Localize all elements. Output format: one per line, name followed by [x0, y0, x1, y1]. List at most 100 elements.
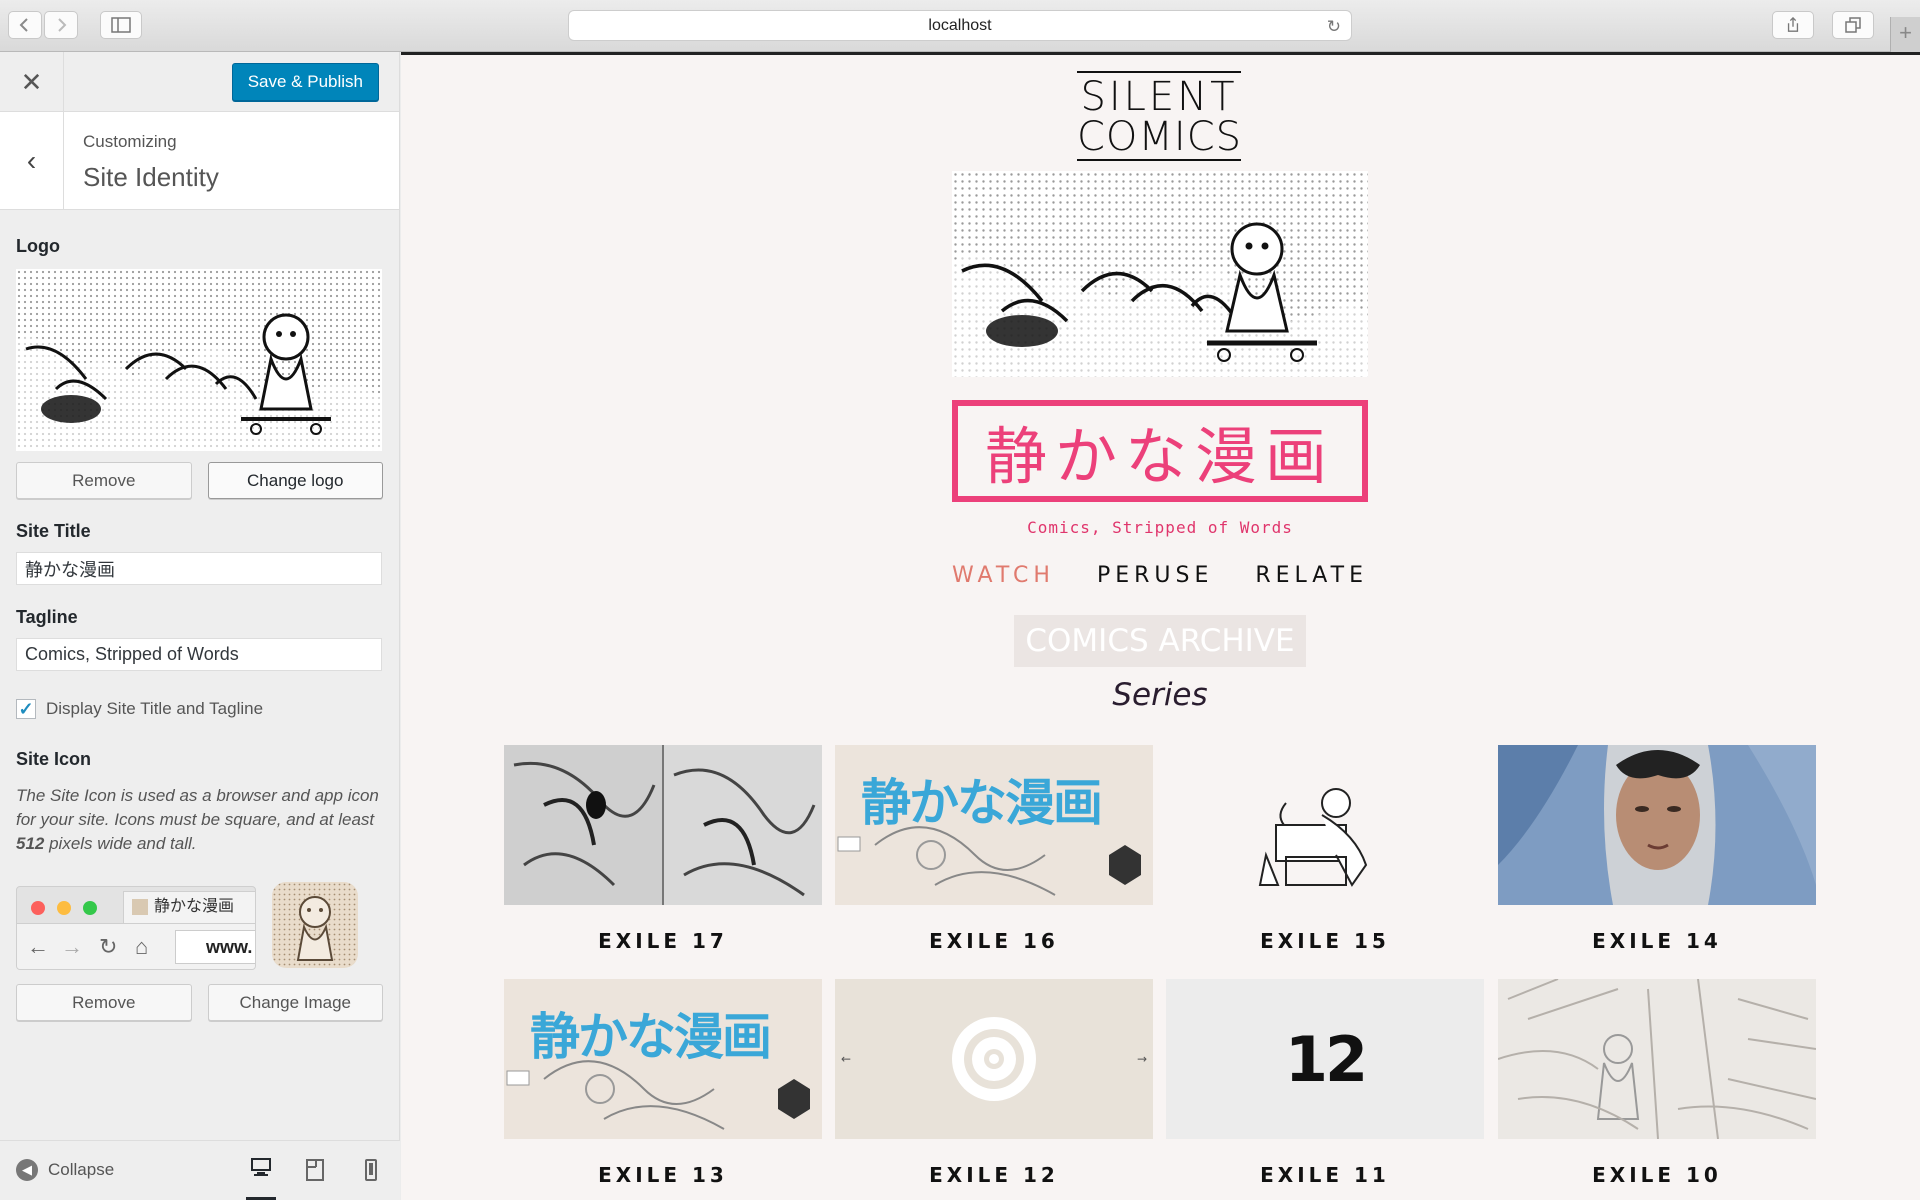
share-button[interactable]	[1772, 11, 1814, 39]
close-icon[interactable]: ✕	[0, 52, 64, 112]
share-icon	[1787, 17, 1799, 32]
comic-thumbnail[interactable]: 12	[1166, 979, 1484, 1139]
arrow-right-icon: →	[1137, 1052, 1147, 1066]
chevron-right-icon	[58, 18, 67, 32]
collapse-label: Collapse	[48, 1160, 115, 1179]
comic-title[interactable]: EXILE 13	[504, 1163, 822, 1187]
site-logo[interactable]: SILENT COMICS	[1077, 71, 1241, 161]
zoom-dot-icon	[83, 901, 97, 915]
comic-thumbnail[interactable]: 静かな漫画	[504, 979, 822, 1139]
arrow-left-icon: ←	[841, 1052, 851, 1066]
thumb-number: 12	[1284, 1022, 1368, 1096]
comic-title[interactable]: EXILE 12	[835, 1163, 1153, 1187]
comic-thumbnail[interactable]: 静かな漫画	[835, 745, 1153, 905]
mobile-preview-icon[interactable]	[356, 1155, 386, 1185]
new-tab-button[interactable]: +	[1890, 17, 1920, 52]
collapse-button[interactable]: ◀ Collapse	[16, 1159, 114, 1181]
nav-item-watch[interactable]: WATCH	[952, 563, 1055, 588]
address-bar[interactable]: localhost ↻	[568, 10, 1352, 41]
site-icon-label: Site Icon	[16, 749, 92, 769]
brand-line-1: SILENT	[1077, 71, 1241, 117]
browser-toolbar: localhost ↻ +	[0, 0, 1920, 52]
comic-title[interactable]: EXILE 15	[1166, 929, 1484, 953]
change-logo-button[interactable]: Change logo	[207, 462, 383, 499]
remove-icon-button[interactable]: Remove	[16, 984, 192, 1021]
comic-card[interactable]: ← → EXILE 12	[835, 979, 1153, 1187]
primary-nav: WATCH PERUSE RELATE	[952, 563, 1368, 588]
arrow-left-icon: ←	[27, 934, 49, 959]
logo-preview	[16, 269, 382, 451]
back-chevron-icon[interactable]: ‹	[0, 112, 64, 210]
site-icon-description: The Site Icon is used as a browser and a…	[16, 784, 386, 856]
tagline-label: Tagline	[16, 607, 78, 627]
display-title-tagline-row[interactable]: ✓ Display Site Title and Tagline	[16, 699, 383, 719]
desc-text-post: pixels wide and tall.	[44, 834, 197, 853]
comic-thumbnail[interactable]	[1166, 745, 1484, 905]
comic-thumbnail[interactable]	[1498, 979, 1816, 1139]
minimize-dot-icon	[57, 901, 71, 915]
comic-title[interactable]: EXILE 17	[504, 929, 822, 953]
back-button[interactable]	[8, 11, 42, 39]
mini-tab-title: 静かな漫画	[154, 898, 235, 915]
site-tagline: Comics, Stripped of Words	[1027, 518, 1293, 537]
save-publish-button[interactable]: Save & Publish	[231, 63, 379, 101]
comic-thumbnail[interactable]	[504, 745, 822, 905]
comic-title[interactable]: EXILE 14	[1498, 929, 1816, 953]
site-icon-image	[272, 882, 358, 968]
change-image-button[interactable]: Change Image	[207, 984, 383, 1021]
site-title[interactable]: 静かな漫画	[952, 400, 1368, 502]
comic-card[interactable]: EXILE 17	[504, 745, 822, 953]
breadcrumb: Customizing	[83, 132, 177, 151]
customizer-footer: ◀ Collapse	[0, 1140, 400, 1200]
nav-item-relate[interactable]: RELATE	[1255, 563, 1368, 588]
reload-icon[interactable]: ↻	[1327, 17, 1341, 37]
tagline-input[interactable]	[16, 638, 382, 671]
comic-card[interactable]: EXILE 10	[1498, 979, 1816, 1187]
site-title-input[interactable]	[16, 552, 382, 585]
logo-illustration	[16, 269, 382, 451]
arrow-right-icon: →	[61, 934, 83, 959]
chevron-left-icon	[19, 18, 28, 32]
comic-title[interactable]: EXILE 11	[1166, 1163, 1484, 1187]
mini-url-field: www.	[175, 930, 255, 964]
nav-item-peruse[interactable]: PERUSE	[1097, 563, 1213, 588]
site-preview: SILENT COMICS 静かな漫画 Comics, Stripped of …	[401, 52, 1920, 1200]
tablet-preview-icon[interactable]	[300, 1155, 330, 1185]
series-heading: Series	[1112, 677, 1208, 713]
sidebar-toggle-button[interactable]	[100, 11, 142, 39]
comic-card[interactable]: EXILE 15	[1166, 745, 1484, 953]
desktop-preview-icon[interactable]	[246, 1155, 276, 1200]
desc-text-pre: The Site Icon is used as a browser and a…	[16, 786, 379, 829]
comic-card[interactable]: 静かな漫画 EXILE 16	[835, 745, 1153, 953]
tabs-overview-button[interactable]	[1832, 11, 1874, 39]
comic-thumbnail[interactable]	[1498, 745, 1816, 905]
thumb-title-text: 静かな漫画	[530, 1008, 772, 1066]
archive-heading: COMICS ARCHIVE	[1014, 615, 1306, 667]
comic-card[interactable]: EXILE 14	[1498, 745, 1816, 953]
header-illustration	[952, 171, 1368, 377]
site-title-label: Site Title	[16, 521, 91, 541]
forward-button[interactable]	[44, 11, 78, 39]
section-title: Site Identity	[83, 162, 219, 192]
sidebar-icon	[111, 17, 131, 33]
logo-label: Logo	[16, 236, 60, 256]
url-text: localhost	[928, 16, 992, 34]
comic-thumbnail[interactable]: ← →	[835, 979, 1153, 1139]
collapse-arrow-icon: ◀	[16, 1159, 38, 1181]
display-title-checkbox[interactable]: ✓	[16, 699, 36, 719]
desc-text-number: 512	[16, 834, 45, 853]
comic-title[interactable]: EXILE 16	[835, 929, 1153, 953]
section-header: ‹ Customizing Site Identity	[0, 112, 399, 210]
site-icon-preview: 静かな漫画 ← → ↻ ⌂ www.	[16, 882, 383, 974]
customizer-sidebar: ✕ Save & Publish ‹ Customizing Site Iden…	[0, 52, 400, 1200]
remove-logo-button[interactable]: Remove	[16, 462, 192, 499]
customizer-header: ✕ Save & Publish	[0, 52, 399, 112]
reload-icon: ↻	[99, 934, 118, 959]
comic-card[interactable]: 12 EXILE 11	[1166, 979, 1484, 1187]
site-icon-thumbnail	[272, 882, 358, 968]
comic-title[interactable]: EXILE 10	[1498, 1163, 1816, 1187]
display-title-label: Display Site Title and Tagline	[46, 699, 264, 718]
mini-tab: 静かな漫画	[123, 891, 255, 923]
comic-card[interactable]: 静かな漫画 EXILE 13	[504, 979, 822, 1187]
favicon-icon	[132, 898, 148, 915]
